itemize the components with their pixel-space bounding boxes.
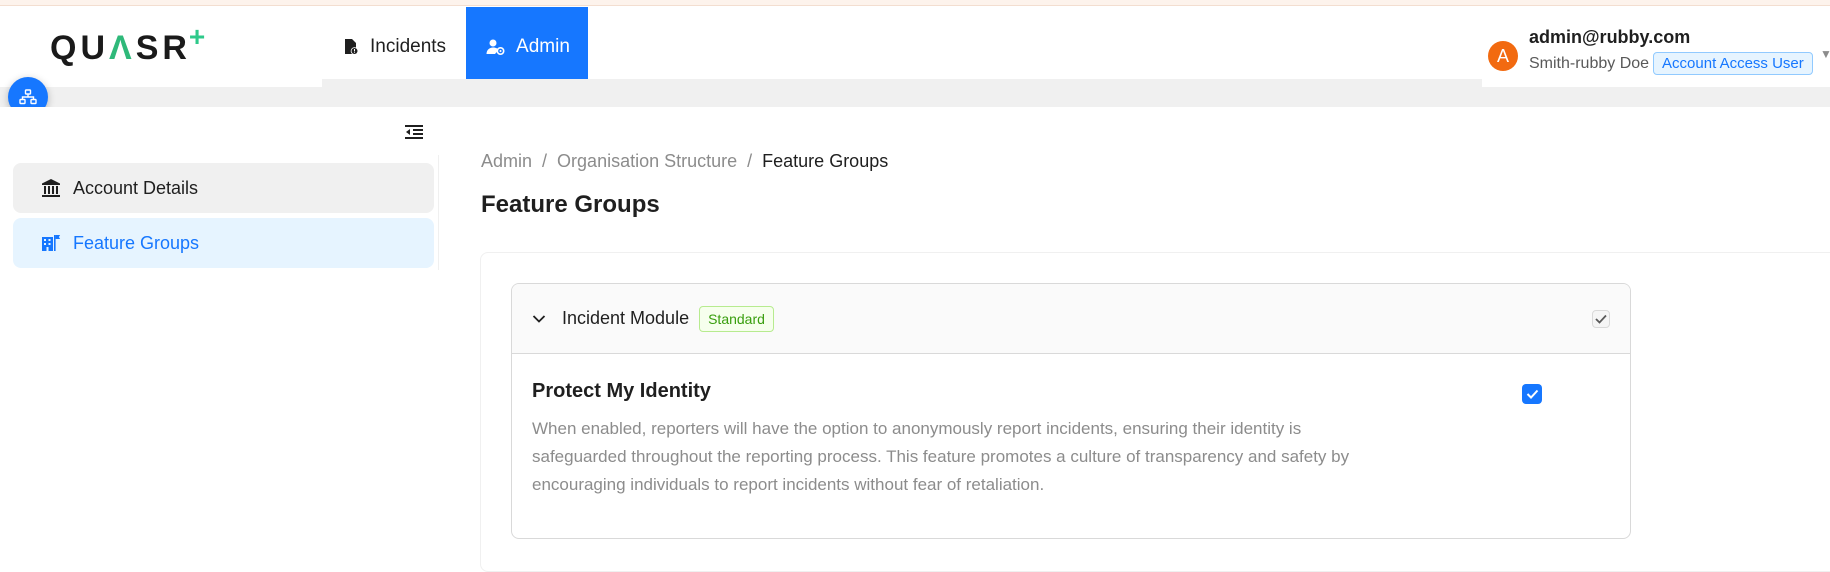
- breadcrumb: Admin / Organisation Structure / Feature…: [481, 151, 888, 172]
- logo-text-qu: QU: [50, 29, 109, 67]
- breadcrumb-separator: /: [542, 151, 548, 171]
- chevron-down-icon[interactable]: ▼: [1820, 47, 1830, 61]
- breadcrumb-org-structure[interactable]: Organisation Structure: [557, 151, 737, 172]
- chevron-down-icon[interactable]: [532, 314, 546, 324]
- panel-body: Protect My Identity When enabled, report…: [512, 354, 1630, 499]
- nav-item-incidents[interactable]: Incidents: [322, 7, 466, 87]
- nav-label-incidents: Incidents: [370, 36, 447, 57]
- user-subline: Smith-rubby Doe Account Access User: [1529, 52, 1813, 75]
- quasr-logo[interactable]: QU Λ SR +: [50, 21, 205, 68]
- module-checkbox[interactable]: [1592, 310, 1610, 328]
- nav-underline: [322, 79, 1482, 87]
- breadcrumb-current: Feature Groups: [762, 151, 889, 171]
- sidebar-item-account-details[interactable]: Account Details: [13, 163, 434, 213]
- logo-text-sr: SR: [135, 29, 191, 67]
- breadcrumb-admin[interactable]: Admin: [481, 151, 532, 172]
- incident-file-icon: [345, 39, 359, 55]
- role-badge: Account Access User: [1653, 52, 1813, 75]
- logo-plus: +: [188, 21, 206, 52]
- nav-item-admin[interactable]: Admin: [466, 7, 589, 87]
- standard-tag: Standard: [699, 305, 774, 332]
- sidebar-divider: [438, 155, 439, 270]
- avatar[interactable]: A: [1488, 41, 1518, 71]
- page-title: Feature Groups: [481, 191, 660, 218]
- nav-label-admin: Admin: [516, 36, 570, 57]
- top-header: QU Λ SR + Incidents Admin A admin@rubby.…: [0, 7, 1830, 87]
- sidebar-item-label: Account Details: [73, 177, 199, 198]
- building-icon: [42, 235, 61, 251]
- admin-user-icon: [486, 39, 505, 56]
- user-email: admin@rubby.com: [1529, 27, 1691, 47]
- bank-icon: [42, 179, 60, 197]
- main-nav: Incidents Admin: [322, 7, 589, 87]
- check-icon: [1526, 389, 1538, 399]
- panel-header[interactable]: Incident Module Standard: [512, 284, 1630, 354]
- feature-description: When enabled, reporters will have the op…: [532, 419, 1350, 494]
- incident-module-panel: Incident Module Standard Protect My Iden…: [511, 283, 1631, 539]
- sidebar-item-label: Feature Groups: [73, 232, 200, 253]
- breadcrumb-separator: /: [747, 151, 753, 171]
- feature-checkbox[interactable]: [1522, 384, 1542, 404]
- logo-text-lambda: Λ: [109, 29, 136, 67]
- user-name: Smith-rubby Doe: [1529, 54, 1650, 72]
- user-info: admin@rubby.com Smith-rubby Doe Account …: [1529, 27, 1813, 75]
- feature-title: Protect My Identity: [532, 380, 711, 402]
- user-menu[interactable]: A admin@rubby.com Smith-rubby Doe Accoun…: [1488, 27, 1813, 75]
- module-title: Incident Module: [562, 308, 690, 328]
- sitemap-icon: [19, 89, 37, 105]
- check-icon: [1595, 314, 1607, 324]
- header-divider-band: [0, 87, 1830, 107]
- menu-fold-icon[interactable]: [405, 124, 423, 145]
- sidebar-item-feature-groups[interactable]: Feature Groups: [13, 218, 434, 268]
- top-accent-line: [0, 0, 1830, 6]
